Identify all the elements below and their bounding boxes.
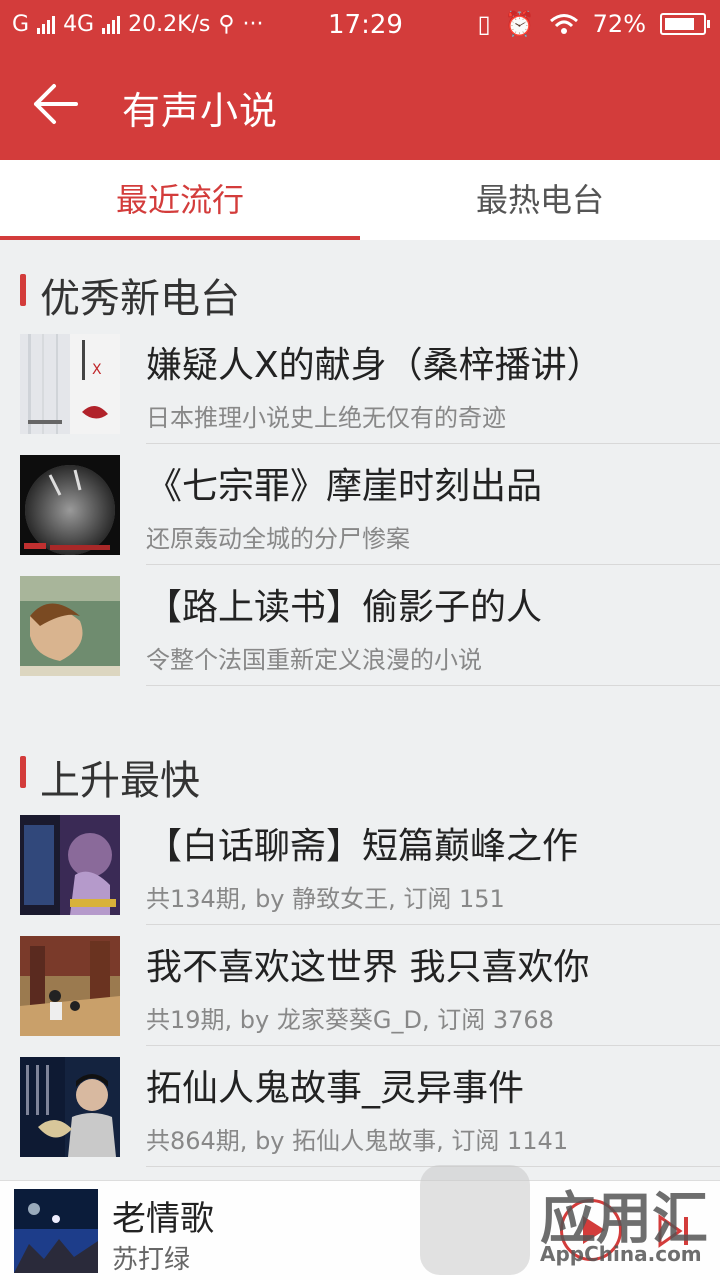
item-title: 我不喜欢这世界 我只喜欢你: [146, 947, 590, 988]
divider: [146, 924, 720, 925]
now-playing-cover: [14, 1189, 98, 1273]
item-subtitle: 还原轰动全城的分尸惨案: [146, 525, 410, 553]
item-subtitle: 令整个法国重新定义浪漫的小说: [146, 646, 482, 674]
section-accent-bar: [20, 756, 26, 788]
divider: [146, 1045, 720, 1046]
battery-icon: [660, 13, 710, 35]
cover-image: [20, 936, 120, 1036]
item-title: 嫌疑人X的献身（桑梓播讲）: [146, 345, 603, 386]
divider: [146, 685, 720, 686]
back-arrow-icon[interactable]: [30, 82, 80, 126]
section-title: 优秀新电台: [40, 276, 240, 322]
status-bar: G 4G 20.2K/s ⚲ ··· 17:29 ▯ ⏰ 72%: [0, 0, 720, 50]
network-label: 4G: [63, 12, 95, 37]
signal-icon-2: [102, 15, 121, 34]
list-item[interactable]: 【白话聊斋】短篇巅峰之作 共134期, by 静致女王, 订阅 151: [0, 815, 720, 935]
cover-image: [20, 1057, 120, 1157]
list-item[interactable]: 我不喜欢这世界 我只喜欢你 共19期, by 龙家葵葵G_D, 订阅 3768: [0, 936, 720, 1056]
section-header-new-stations: 优秀新电台: [0, 262, 720, 322]
watermark-domain: AppChina.com: [540, 1242, 702, 1266]
cover-image: X: [20, 334, 120, 434]
svg-text:X: X: [92, 362, 102, 378]
item-title: 【路上读书】偷影子的人: [146, 587, 543, 628]
carrier-label: G: [12, 12, 30, 37]
cover-image: [20, 815, 120, 915]
list-item[interactable]: 【路上读书】偷影子的人 令整个法国重新定义浪漫的小说: [0, 576, 720, 696]
wifi-icon: [549, 14, 578, 34]
now-playing-artist: 苏打绿: [112, 1245, 191, 1275]
section-accent-bar: [20, 274, 26, 306]
network-speed: 20.2K/s: [128, 12, 211, 37]
tab-bar: 最近流行 最热电台: [0, 160, 720, 240]
usb-icon: ⚲: [218, 12, 235, 37]
watermark-logo: [420, 1165, 530, 1275]
divider: [146, 564, 720, 565]
cover-image: [20, 455, 120, 555]
cover-image: [20, 576, 120, 676]
section-title: 上升最快: [40, 758, 200, 804]
item-subtitle: 共134期, by 静致女王, 订阅 151: [146, 885, 505, 913]
list-item[interactable]: X 嫌疑人X的献身（桑梓播讲） 日本推理小说史上绝无仅有的奇迹: [0, 334, 720, 454]
list-item[interactable]: 拓仙人鬼故事_灵异事件 共864期, by 拓仙人鬼故事, 订阅 1141: [0, 1057, 720, 1177]
more-notifications-icon: ···: [242, 12, 264, 37]
battery-percent: 72%: [592, 10, 646, 38]
clock: 17:29: [328, 10, 403, 40]
signal-icon: [37, 15, 56, 34]
item-subtitle: 日本推理小说史上绝无仅有的奇迹: [146, 404, 506, 432]
list-item[interactable]: 《七宗罪》摩崖时刻出品 还原轰动全城的分尸惨案: [0, 455, 720, 575]
app-header: G 4G 20.2K/s ⚲ ··· 17:29 ▯ ⏰ 72% 有声小说: [0, 0, 720, 160]
vibrate-icon: ▯: [477, 10, 491, 38]
divider: [146, 443, 720, 444]
now-playing-title: 老情歌: [112, 1199, 214, 1239]
item-title: 《七宗罪》摩崖时刻出品: [146, 466, 543, 507]
tab-recent-popular[interactable]: 最近流行: [0, 160, 360, 240]
item-title: 【白话聊斋】短篇巅峰之作: [146, 826, 579, 867]
section-header-fastest-rising: 上升最快: [0, 744, 720, 804]
page-title: 有声小说: [122, 89, 279, 133]
item-subtitle: 共864期, by 拓仙人鬼故事, 订阅 1141: [146, 1127, 569, 1155]
item-title: 拓仙人鬼故事_灵异事件: [146, 1068, 525, 1109]
alarm-icon: ⏰: [504, 10, 535, 38]
item-subtitle: 共19期, by 龙家葵葵G_D, 订阅 3768: [146, 1006, 554, 1034]
tab-hottest-stations[interactable]: 最热电台: [360, 160, 720, 240]
